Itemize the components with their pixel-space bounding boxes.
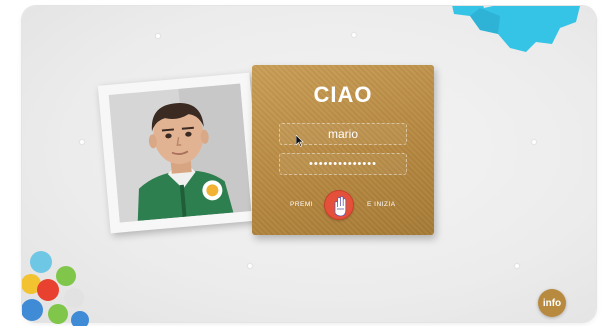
gear-decoration-icon [452,6,580,52]
password-input[interactable] [279,153,407,175]
press-label: PREMI [290,201,314,208]
start-hand-button[interactable] [324,190,354,220]
greeting-title: CIAO [313,82,373,107]
decor-speck [532,140,536,144]
hand-icon [334,196,347,217]
decor-speck [80,140,84,144]
decor-speck [248,264,252,268]
mouse-cursor-icon [296,135,304,147]
start-row: PREMI E INIZIA [252,190,434,222]
decor-speck [352,33,356,37]
profile-photo-frame [97,72,263,234]
profile-photo [108,83,252,223]
info-button[interactable]: info [538,289,566,317]
login-card: CIAO PREMI E INIZIA [252,65,434,235]
decor-speck [515,264,519,268]
enter-label: E INIZIA [367,201,396,208]
decor-speck [156,34,160,38]
candy-decoration-icon [22,251,89,326]
